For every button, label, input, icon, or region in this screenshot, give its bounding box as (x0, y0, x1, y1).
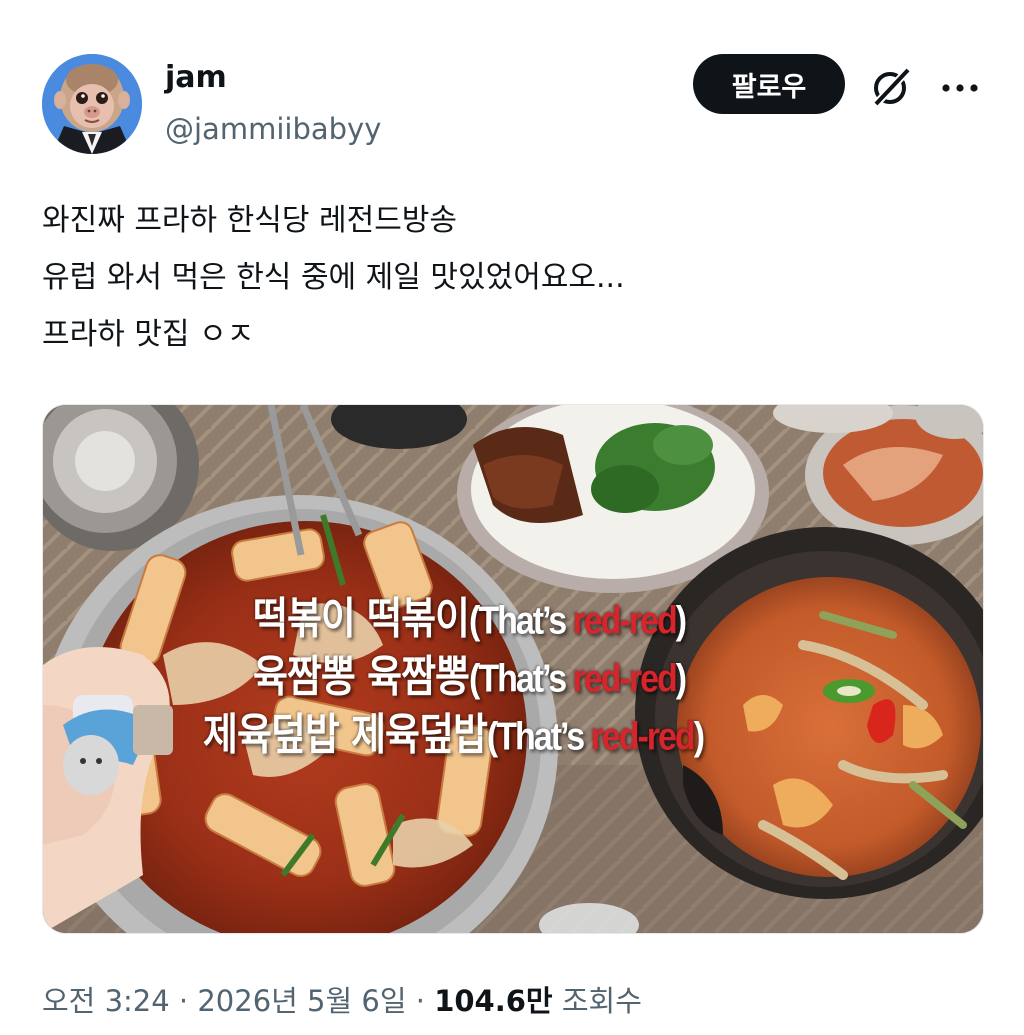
tweet-line-3: 프라하 맛집 ㅇㅈ (42, 317, 255, 352)
author-name[interactable]: jam (165, 60, 227, 95)
author-handle[interactable]: @jammiibabyy (165, 112, 381, 146)
tweet-meta: 오전 3:24 · 2026년 5월 6일 · 104.6만 조회수 (42, 978, 982, 1020)
follow-button[interactable]: 팔로우 (693, 54, 845, 114)
tweet-header: jam @jammiibabyy 팔로우 (42, 52, 982, 156)
avatar[interactable] (42, 54, 142, 154)
tweet-line-1: 와진짜 프라하 한식당 레전드방송 (42, 203, 458, 238)
tweet-date[interactable]: 2026년 5월 6일 (197, 984, 406, 1018)
monkey-in-suit-avatar-icon (42, 54, 142, 154)
views-count[interactable]: 104.6만 (434, 984, 552, 1018)
tweet-photo[interactable]: 떡볶이 떡볶이(That’s red-red) 육짬뽕 육짬뽕(That’s r… (42, 404, 984, 934)
tweet-line-2: 유럽 와서 먹은 한식 중에 제일 맛있었어요오... (42, 260, 625, 295)
separator-dot: · (415, 984, 425, 1018)
tweet-time[interactable]: 오전 3:24 (42, 984, 170, 1018)
tweet-text: 와진짜 프라하 한식당 레전드방송 유럽 와서 먹은 한식 중에 제일 맛있었어… (42, 192, 982, 363)
food-photo (43, 405, 983, 933)
grok-slash-icon[interactable] (868, 64, 914, 110)
separator-dot: · (178, 984, 189, 1018)
more-dots-icon[interactable] (938, 66, 982, 110)
views-label: 조회수 (561, 984, 642, 1018)
